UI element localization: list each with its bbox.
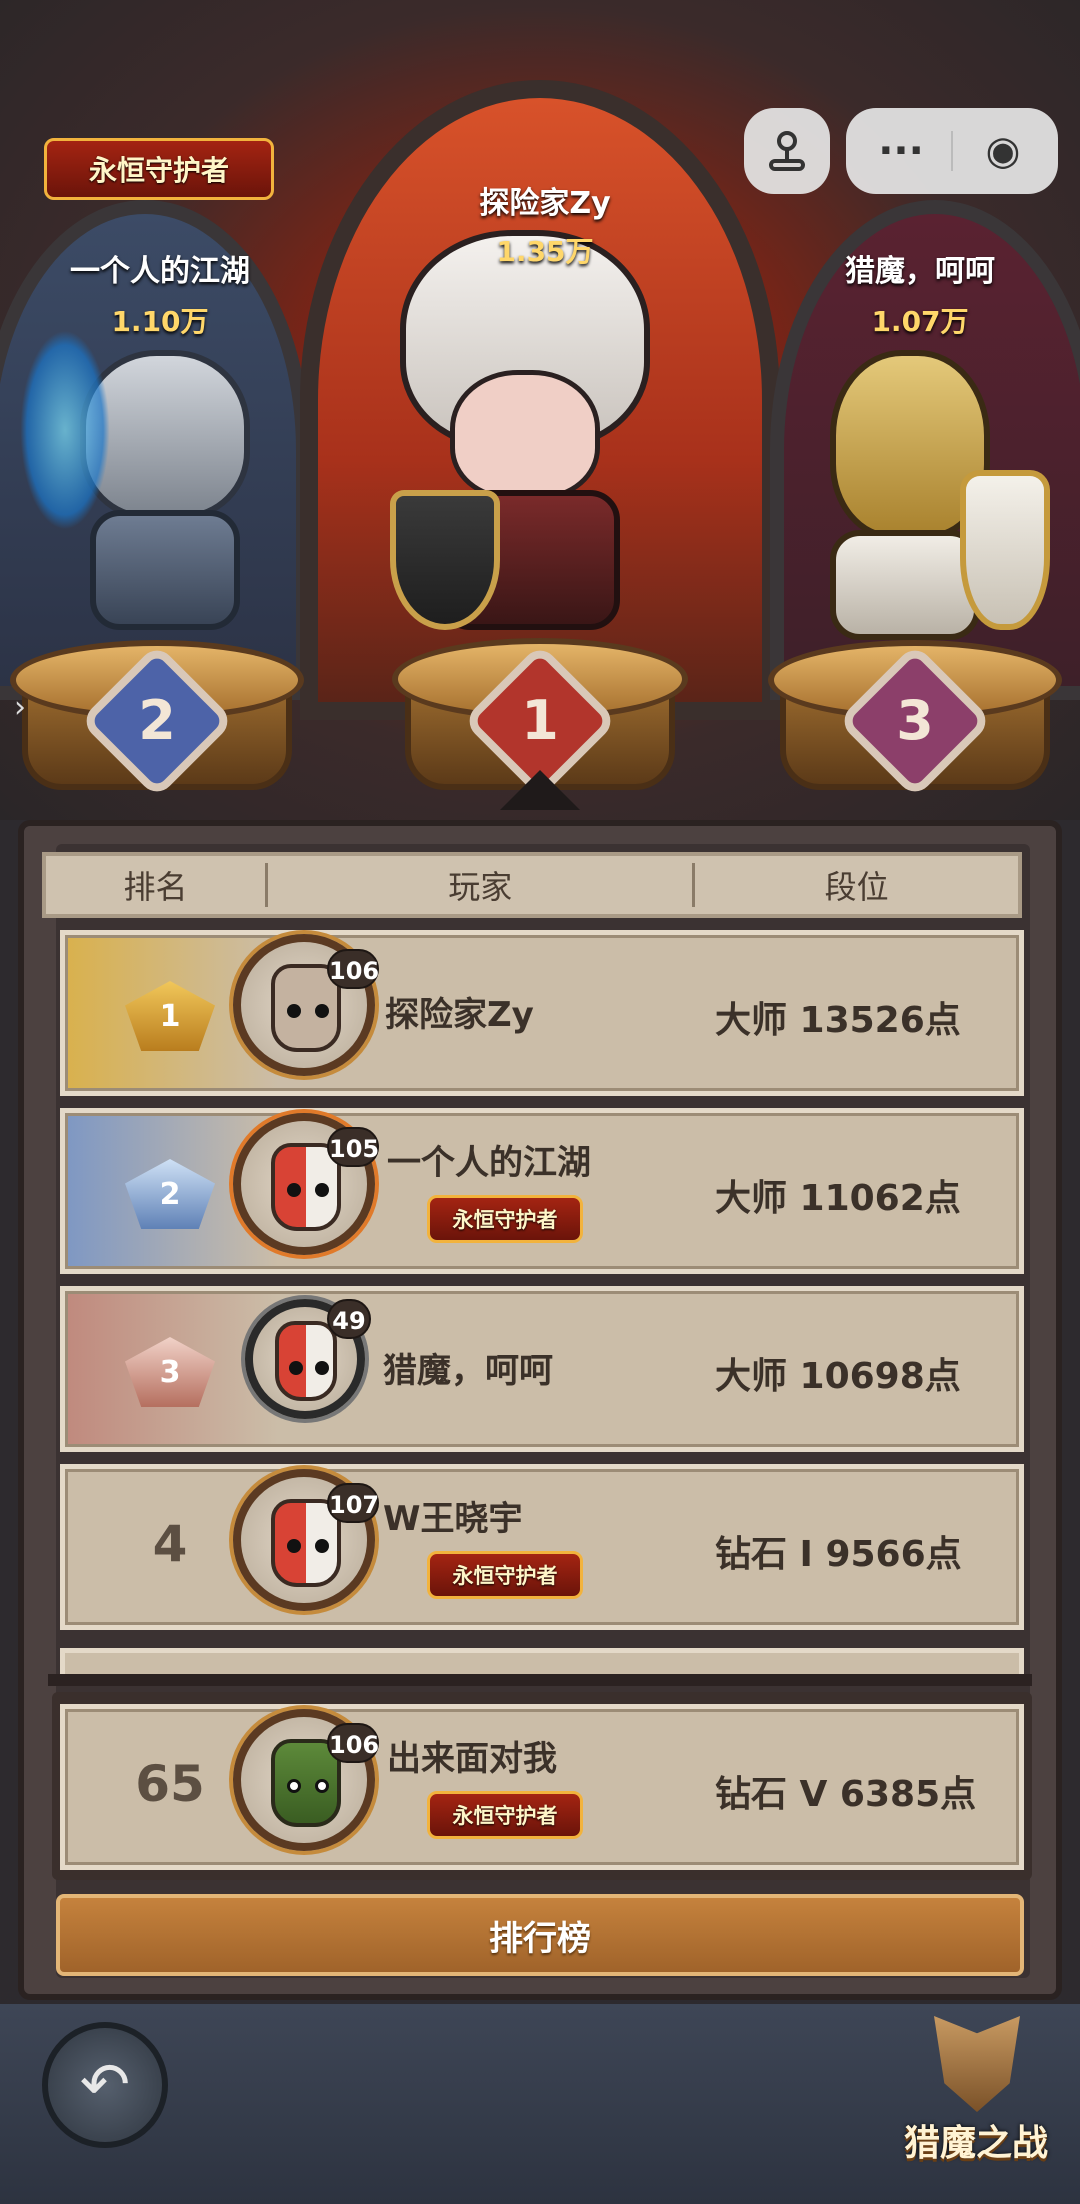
title-badge-eternal-guardian: 永恒守护者 <box>427 1551 583 1599</box>
table-row-rank-1[interactable]: 1 106 探险家Zy 大师 13526点 <box>60 930 1024 1096</box>
rank-number: 65 <box>135 1755 205 1813</box>
top3-score: 1.07万 <box>871 305 969 338</box>
player-name: 探险家Zy <box>385 995 534 1035</box>
avatar-eye <box>315 1004 329 1018</box>
table-header: 排名 玩家 段位 <box>42 852 1022 918</box>
joystick-icon <box>769 131 805 171</box>
table-row-rank-2[interactable]: 2 105 一个人的江湖 永恒守护者 大师 11062点 <box>60 1108 1024 1274</box>
header-rank: 排名 <box>123 868 188 906</box>
level-badge: 105 <box>327 1127 379 1167</box>
avatar-eye <box>287 1779 301 1793</box>
hero-rank-2-knight <box>20 330 290 650</box>
chevron-right-icon[interactable]: › <box>14 690 26 725</box>
avatar-eye <box>315 1779 329 1793</box>
player-name: W王晓宇 <box>383 1499 523 1539</box>
demon-face <box>450 370 600 500</box>
player-tier: 大师 11062点 <box>715 1178 961 1219</box>
hero-rank-3-paladin <box>740 350 1060 670</box>
self-rank-row[interactable]: 65 106 出来面对我 永恒守护者 钻石 V 6385点 <box>60 1704 1024 1870</box>
list-divider <box>48 1674 1032 1686</box>
joystick-button[interactable] <box>744 108 830 194</box>
game-logo-text: 猎魔之战 <box>903 2123 1048 2164</box>
capsule-menu: ··· ◉ <box>846 108 1058 194</box>
back-button[interactable]: ↶ <box>42 2022 168 2148</box>
top2-score: 1.10万 <box>111 305 209 338</box>
title-badge-eternal-guardian: 永恒守护者 <box>427 1195 583 1243</box>
more-button[interactable]: ··· <box>851 128 951 174</box>
top3-name: 猎魔，呵呵 <box>845 254 995 289</box>
back-arrow-icon: ↶ <box>79 2050 131 2120</box>
rank-number: 4 <box>152 1515 188 1573</box>
level-badge: 106 <box>327 949 379 989</box>
avatar-eye <box>315 1183 329 1197</box>
demon-shield <box>390 490 500 630</box>
paladin-armor <box>830 530 980 640</box>
avatar-eye <box>287 1004 301 1018</box>
avatar-eye <box>287 1183 301 1197</box>
knight-face <box>275 1321 337 1401</box>
hero-rank-1-demon <box>330 230 750 650</box>
level-badge: 107 <box>327 1483 379 1523</box>
top2-name: 一个人的江湖 <box>70 254 250 289</box>
logo-shield-icon <box>934 2016 1020 2112</box>
top1-name: 探险家Zy <box>479 186 611 221</box>
avatar-eye <box>315 1539 329 1553</box>
table-row-rank-3[interactable]: 3 49 猎魔，呵呵 大师 10698点 <box>60 1286 1024 1452</box>
leaderboard-button[interactable]: 排行榜 <box>56 1894 1024 1976</box>
avatar-eye <box>315 1361 329 1375</box>
level-badge: 106 <box>327 1723 379 1763</box>
avatar-eye <box>289 1361 303 1375</box>
knight-armor <box>90 510 240 630</box>
player-name: 一个人的江湖 <box>387 1143 591 1183</box>
player-tier: 钻石 V 6385点 <box>715 1774 977 1815</box>
player-tier: 钻石 I 9566点 <box>715 1534 962 1575</box>
player-name: 猎魔，呵呵 <box>383 1351 553 1391</box>
close-button[interactable]: ◉ <box>953 128 1053 174</box>
game-logo: 猎魔之战 <box>896 2016 1056 2186</box>
avatar-eye <box>287 1539 301 1553</box>
player-name: 出来面对我 <box>387 1739 557 1779</box>
player-tier: 大师 13526点 <box>715 1000 961 1041</box>
paladin-shield <box>960 470 1050 630</box>
level-badge: 49 <box>327 1299 371 1339</box>
table-row-rank-4[interactable]: 4 107 W王晓宇 永恒守护者 钻石 I 9566点 <box>60 1464 1024 1630</box>
header-player: 玩家 <box>448 868 513 906</box>
title-badge-eternal-guardian: 永恒守护者 <box>427 1791 583 1839</box>
title-badge-eternal-guardian: 永恒守护者 <box>44 138 274 200</box>
blue-flame <box>20 330 110 530</box>
header-tier: 段位 <box>824 868 889 906</box>
top1-score: 1.35万 <box>496 235 594 268</box>
player-tier: 大师 10698点 <box>715 1356 961 1397</box>
